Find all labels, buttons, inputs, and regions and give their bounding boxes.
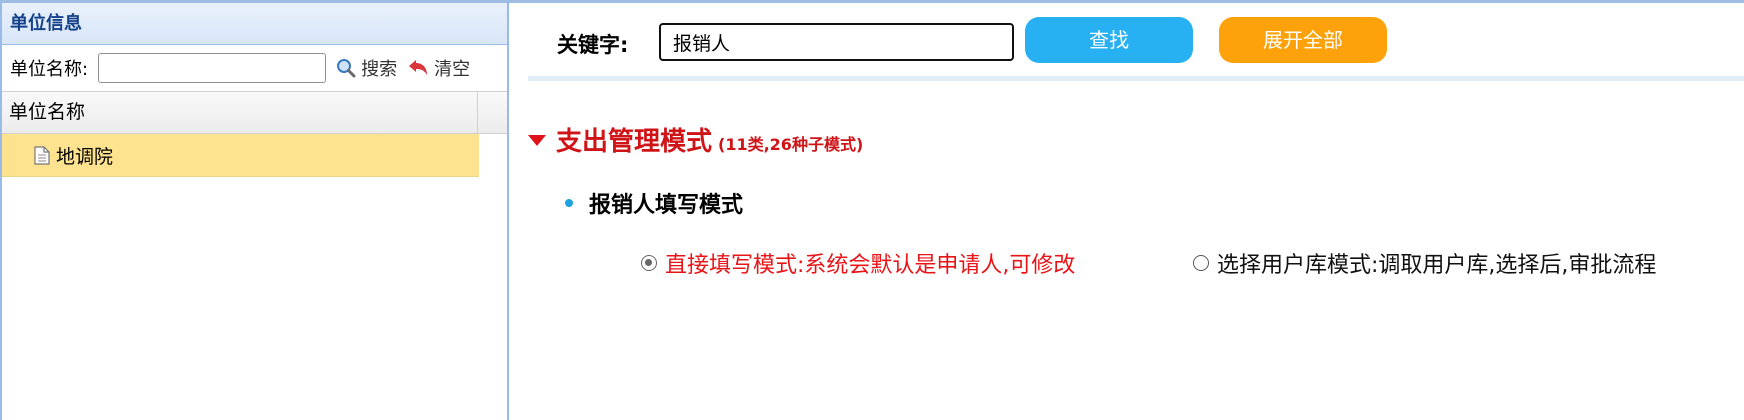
document-icon [34, 145, 50, 165]
option-label: 选择用户库模式:调取用户库,选择后,审批流程 [1217, 253, 1657, 278]
unit-info-panel: 单位信息 单位名称: 搜索 清空 单位名称 地调院 [0, 0, 509, 420]
grid-row[interactable]: 地调院 [2, 134, 479, 177]
caret-down-icon[interactable] [528, 135, 546, 146]
unit-grid-header: 单位名称 [2, 92, 507, 134]
divider [528, 76, 1744, 81]
keyword-input[interactable] [659, 23, 1014, 61]
keyword-label: 关键字: [557, 33, 629, 57]
search-label: 搜索 [361, 59, 398, 80]
undo-icon [409, 60, 428, 75]
expand-all-button[interactable]: 展开全部 [1219, 17, 1387, 63]
find-button[interactable]: 查找 [1025, 17, 1193, 63]
group-heading: 报销人填写模式 [565, 187, 743, 219]
radio-option-direct-fill[interactable]: 直接填写模式:系统会默认是申请人,可修改 [641, 247, 1075, 279]
keyword-search-bar: 关键字: 查找 展开全部 [509, 3, 1744, 77]
bullet-icon [565, 199, 573, 207]
section-header[interactable]: 支出管理模式 (11类,26种子模式) [528, 121, 863, 158]
column-header-unit-name[interactable]: 单位名称 [2, 92, 478, 133]
row-unit-name: 地调院 [56, 145, 114, 168]
unit-filter-bar: 单位名称: 搜索 清空 [2, 45, 507, 92]
search-button[interactable]: 搜索 [336, 55, 397, 81]
radio-button-checked[interactable] [641, 255, 657, 271]
main-content: 关键字: 查找 展开全部 支出管理模式 (11类,26种子模式) 报销人填写模式… [509, 0, 1744, 420]
search-icon [337, 59, 356, 78]
clear-label: 清空 [434, 59, 471, 80]
section-title: 支出管理模式 [556, 127, 713, 157]
unit-name-label: 单位名称: [10, 59, 89, 80]
radio-button[interactable] [1193, 255, 1209, 271]
unit-name-input[interactable] [98, 53, 327, 83]
radio-option-user-library[interactable]: 选择用户库模式:调取用户库,选择后,审批流程 [1193, 247, 1656, 279]
panel-title: 单位信息 [2, 3, 507, 45]
option-label: 直接填写模式:系统会默认是申请人,可修改 [665, 253, 1076, 278]
group-title: 报销人填写模式 [589, 193, 744, 218]
section-subtitle: (11类,26种子模式) [718, 135, 864, 154]
clear-button[interactable]: 清空 [407, 55, 470, 81]
